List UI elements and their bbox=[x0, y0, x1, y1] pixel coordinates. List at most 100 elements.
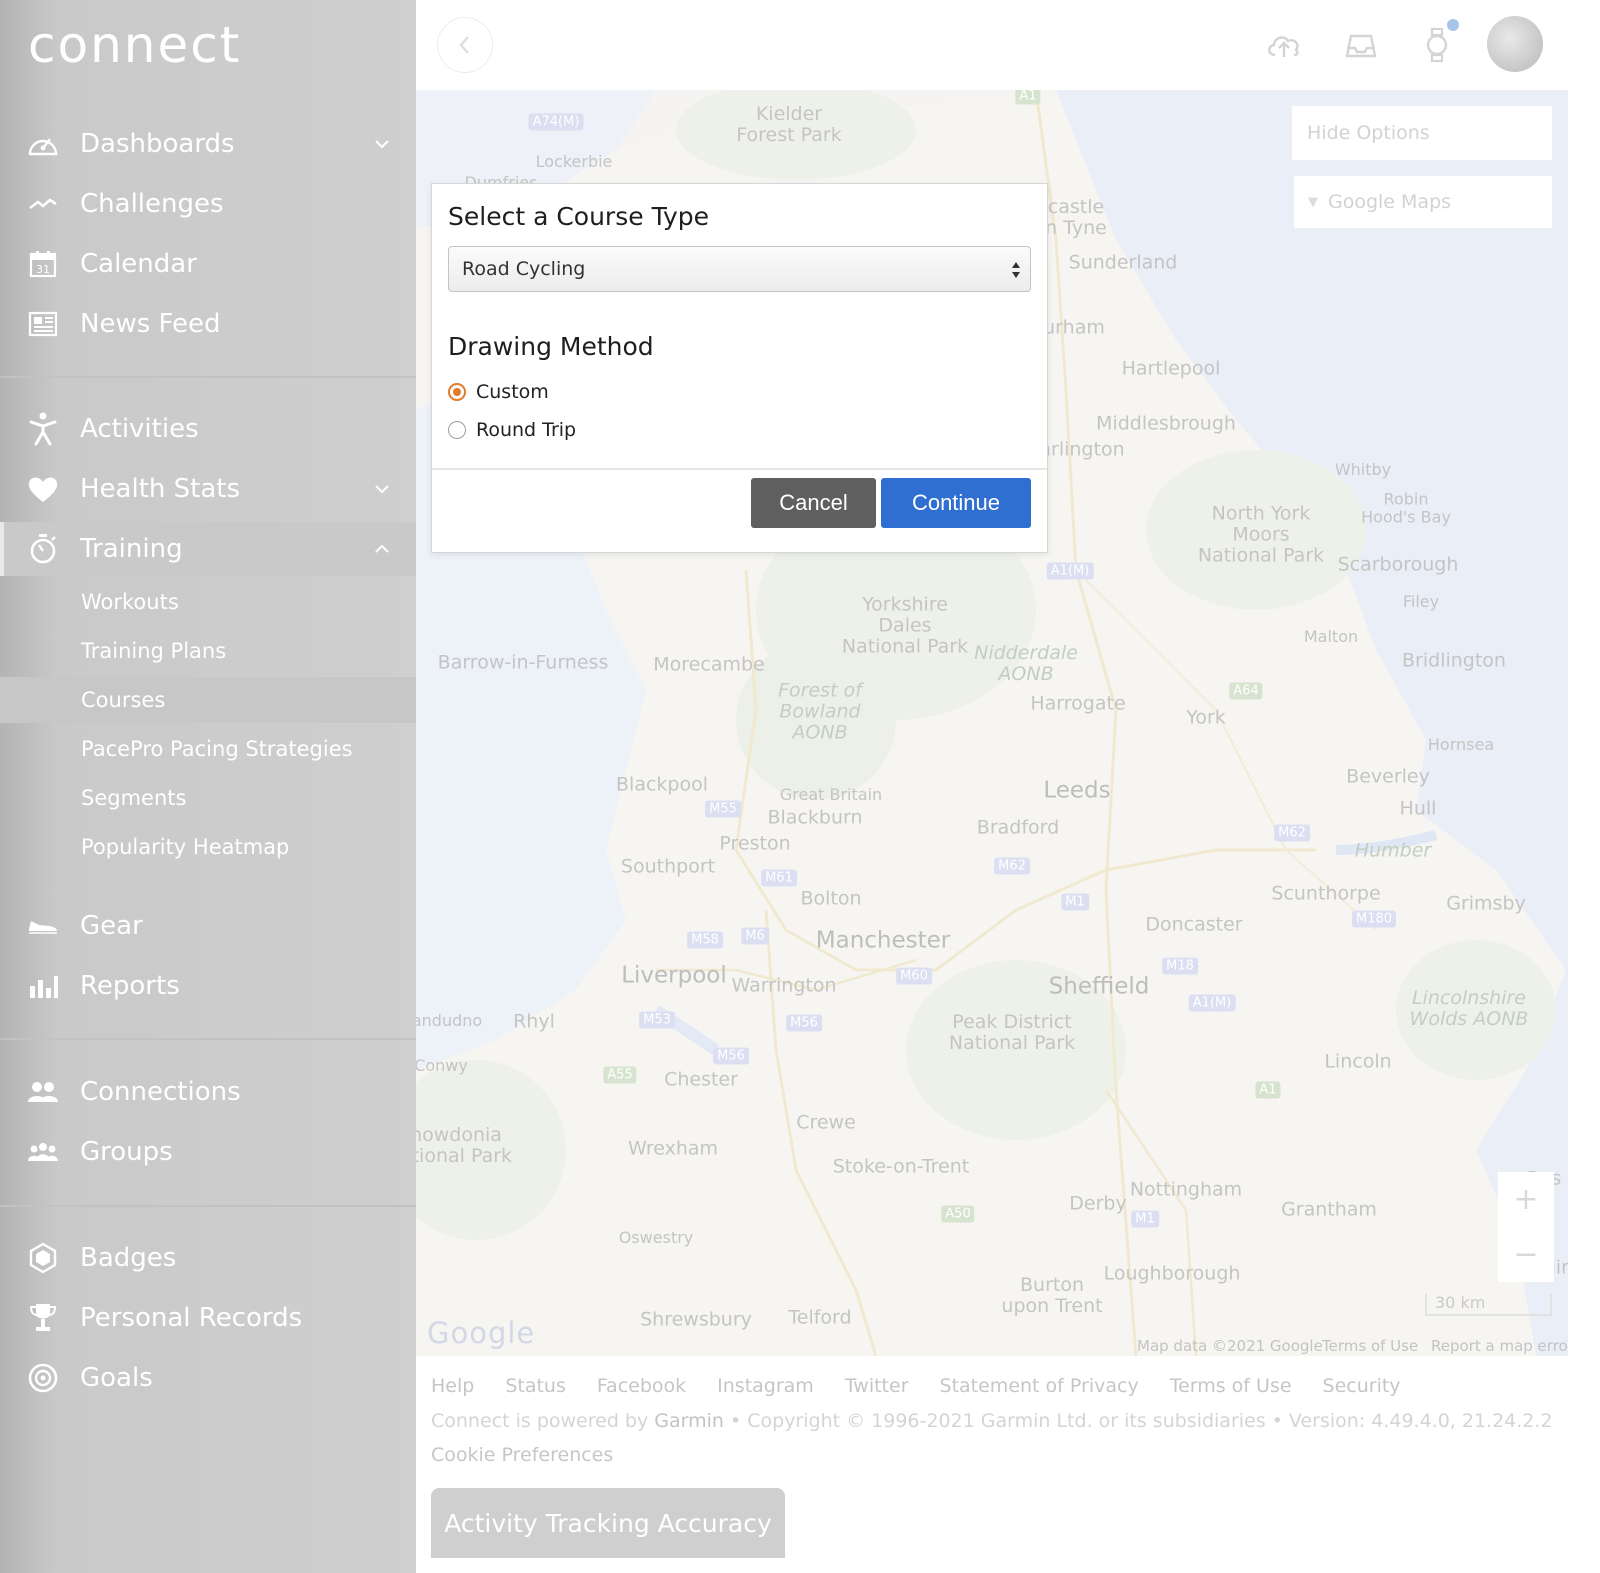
calendar-icon: 31 bbox=[26, 247, 60, 281]
sidebar-subitem-segments[interactable]: Segments bbox=[0, 775, 416, 821]
sidebar-subitem-courses[interactable]: Courses bbox=[0, 677, 416, 723]
cookie-preferences-link[interactable]: Cookie Preferences bbox=[431, 1444, 613, 1466]
sidebar-item-gear[interactable]: Gear bbox=[0, 899, 416, 953]
sidebar-item-challenges[interactable]: Challenges bbox=[0, 177, 416, 231]
sidebar-item-connections[interactable]: Connections bbox=[0, 1065, 416, 1119]
footer-link-facebook[interactable]: Facebook bbox=[597, 1375, 686, 1397]
inbox-button[interactable] bbox=[1341, 26, 1381, 64]
connect-logo[interactable]: connect bbox=[28, 16, 241, 74]
badge-icon bbox=[26, 1241, 60, 1275]
sidebar-subitem-workouts[interactable]: Workouts bbox=[0, 579, 416, 625]
radio-custom[interactable]: Custom bbox=[448, 380, 549, 404]
radio-custom-control[interactable] bbox=[448, 383, 466, 401]
zoom-in-button[interactable]: + bbox=[1498, 1172, 1554, 1227]
map-place-label: Liverpool bbox=[621, 962, 727, 989]
svg-text:31: 31 bbox=[36, 263, 50, 276]
chevron-down-icon[interactable] bbox=[372, 134, 392, 154]
report-map-error-link[interactable]: Report a map error bbox=[1431, 1337, 1574, 1355]
sidebar-subitem-pacepro-pacing-strategies[interactable]: PacePro Pacing Strategies bbox=[0, 726, 416, 772]
sidebar-item-label: Connections bbox=[80, 1077, 241, 1107]
footer-link-statement-of-privacy[interactable]: Statement of Privacy bbox=[940, 1375, 1139, 1397]
road-number-badge: M56 bbox=[713, 1047, 749, 1065]
sidebar-item-dashboards[interactable]: Dashboards bbox=[0, 117, 416, 171]
sidebar-item-label: Groups bbox=[80, 1137, 173, 1167]
sidebar-item-badges[interactable]: Badges bbox=[0, 1231, 416, 1285]
hide-options-button[interactable]: Hide Options bbox=[1292, 106, 1552, 160]
map-place-label: Nottingham bbox=[1129, 1178, 1243, 1201]
upload-icon bbox=[1268, 36, 1299, 57]
sidebar-item-reports[interactable]: Reports bbox=[0, 959, 416, 1013]
sidebar-subitem-popularity-heatmap[interactable]: Popularity Heatmap bbox=[0, 824, 416, 870]
bar-chart-icon bbox=[26, 969, 60, 1003]
map-place-label: Grimsby bbox=[1446, 892, 1526, 915]
road-number-badge: M61 bbox=[761, 869, 797, 887]
map-place-label: Wrexham bbox=[627, 1137, 719, 1160]
footer-link-twitter[interactable]: Twitter bbox=[845, 1375, 909, 1397]
map-place-label: Lincoln bbox=[1324, 1050, 1392, 1073]
map-layer-select[interactable]: ▼ Google Maps bbox=[1294, 176, 1552, 228]
chevron-down-icon[interactable] bbox=[372, 479, 392, 499]
target-icon bbox=[26, 1361, 60, 1395]
zoom-out-button[interactable]: − bbox=[1498, 1227, 1554, 1282]
footer-link-status[interactable]: Status bbox=[505, 1375, 566, 1397]
map-place-label: Crewe bbox=[796, 1111, 856, 1134]
continue-button[interactable]: Continue bbox=[881, 478, 1031, 528]
footer-links: Help Status Facebook Instagram Twitter Statem… bbox=[431, 1375, 1432, 1397]
sidebar-item-health-stats[interactable]: Health Stats bbox=[0, 462, 416, 516]
map-place-label: Doncaster bbox=[1145, 913, 1243, 936]
map-terms-link[interactable]: Terms of Use bbox=[1322, 1337, 1418, 1355]
footer-link-security[interactable]: Security bbox=[1323, 1375, 1401, 1397]
sidebar-subitem-label: Courses bbox=[81, 688, 166, 712]
road-number-badge: A64 bbox=[1229, 682, 1263, 700]
footer-copyright: Connect is powered by Garmin • Copyright… bbox=[431, 1410, 1553, 1432]
sidebar-item-news-feed[interactable]: News Feed bbox=[0, 297, 416, 351]
map-place-label: Southport bbox=[620, 855, 716, 878]
map-place-label: Bridlington bbox=[1402, 649, 1506, 672]
sidebar-item-label: Training bbox=[80, 534, 183, 564]
map-place-label: castle n Tyne bbox=[1045, 196, 1107, 239]
map-place-label: Chester bbox=[664, 1068, 738, 1091]
activity-tracking-accuracy-button[interactable]: Activity Tracking Accuracy bbox=[431, 1488, 785, 1558]
radio-round-trip-control[interactable] bbox=[448, 421, 466, 439]
sidebar-divider bbox=[0, 376, 416, 378]
map-place-label: Robin Hood's Bay bbox=[1361, 489, 1451, 526]
course-type-select[interactable]: Road Cycling bbox=[448, 246, 1031, 292]
footer-link-terms-of-use[interactable]: Terms of Use bbox=[1170, 1375, 1292, 1397]
sidebar-item-goals[interactable]: Goals bbox=[0, 1351, 416, 1405]
road-number-badge: M56 bbox=[786, 1014, 822, 1032]
garmin-link[interactable]: Garmin bbox=[654, 1410, 724, 1432]
map-place-label: Whitby bbox=[1334, 460, 1392, 480]
cancel-button[interactable]: Cancel bbox=[751, 478, 876, 528]
map-place-label: Forest of Bowland AONB bbox=[778, 679, 862, 744]
map-place-label: Preston bbox=[719, 832, 791, 855]
inbox-icon bbox=[1345, 34, 1377, 58]
dialog-divider bbox=[432, 468, 1047, 470]
map-place-label: Malton bbox=[1303, 627, 1359, 647]
road-number-badge: A1 bbox=[1255, 1081, 1281, 1099]
radio-round-trip[interactable]: Round Trip bbox=[448, 418, 576, 442]
chevron-up-icon[interactable] bbox=[372, 539, 392, 559]
sidebar-item-personal-records[interactable]: Personal Records bbox=[0, 1291, 416, 1345]
avatar[interactable] bbox=[1487, 16, 1543, 72]
sidebar-subitem-training-plans[interactable]: Training Plans bbox=[0, 628, 416, 674]
footer-link-instagram[interactable]: Instagram bbox=[717, 1375, 814, 1397]
sidebar-subitem-label: Popularity Heatmap bbox=[81, 835, 290, 859]
device-button[interactable] bbox=[1417, 26, 1457, 64]
map-place-label: Great Britain bbox=[779, 785, 883, 805]
triangle-down-icon: ▼ bbox=[1308, 194, 1318, 210]
upload-button[interactable] bbox=[1264, 26, 1304, 64]
map-place-label: Derby bbox=[1069, 1192, 1127, 1215]
sidebar-item-groups[interactable]: Groups bbox=[0, 1125, 416, 1179]
sidebar-item-activities[interactable]: Activities bbox=[0, 402, 416, 456]
sidebar-item-calendar[interactable]: 31 Calendar bbox=[0, 237, 416, 291]
map-place-label: Scunthorpe bbox=[1271, 882, 1381, 905]
road-number-badge: M18 bbox=[1162, 957, 1198, 975]
footer-link-help[interactable]: Help bbox=[431, 1375, 474, 1397]
sidebar-item-training[interactable]: Training bbox=[0, 522, 416, 576]
road-number-badge: A55 bbox=[603, 1066, 637, 1084]
sidebar-item-label: News Feed bbox=[80, 309, 221, 339]
road-number-badge: A1(M) bbox=[1188, 994, 1236, 1012]
back-button[interactable] bbox=[437, 17, 493, 73]
sidebar-item-label: Goals bbox=[80, 1363, 153, 1393]
google-logo: Google bbox=[427, 1316, 536, 1350]
